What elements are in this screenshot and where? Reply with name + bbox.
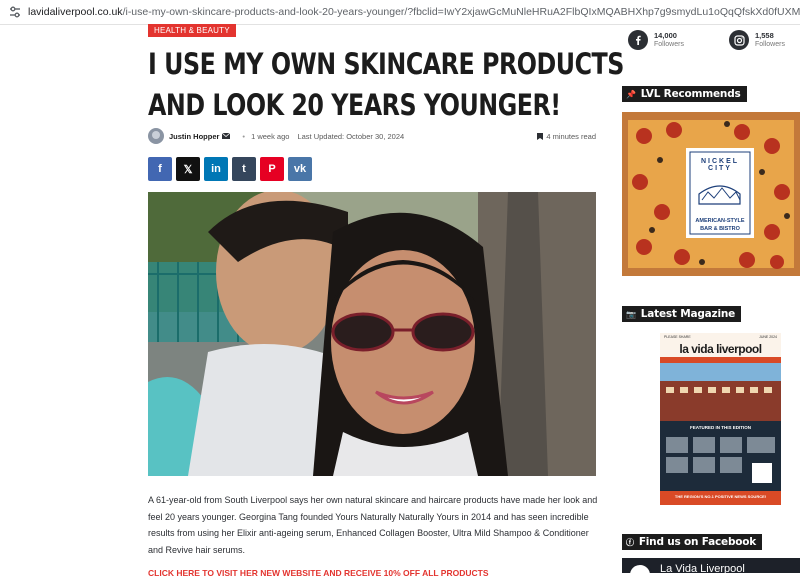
bookmark-icon [537, 132, 544, 140]
nickel-city-ad[interactable]: NICKEL CITY AMERICAN-STYLE BAR & BISTRO [622, 112, 800, 276]
ad-brand: NICKEL CITY [700, 158, 740, 172]
vk-icon: vk [293, 163, 307, 175]
magazine-issue: JUNE 2024 [759, 335, 777, 339]
tumblr-icon: t [242, 163, 246, 175]
instagram-icon [729, 30, 749, 50]
facebook-share-button[interactable]: f [148, 157, 172, 181]
ad-tagline-2: BAR & BISTRO [700, 226, 740, 232]
magazine-title: 📷 Latest Magazine [622, 306, 742, 322]
followers-label: Followers [755, 41, 785, 48]
page-logo [628, 563, 652, 573]
recommends-title-label: LVL Recommends [640, 88, 741, 100]
article-photo [148, 192, 596, 476]
read-time: 4 minutes read [537, 132, 596, 141]
instagram-follower-count: 1,558 [755, 31, 774, 40]
magazine-share-note: PLEASE SHARE [664, 335, 691, 339]
facebook-followers[interactable]: 14,000 Followers [628, 30, 684, 50]
magazine-footer: THE REGION'S NO.1 POSITIVE NEWS SOURCE! [674, 494, 767, 499]
author-name[interactable]: Justin Hopper [169, 132, 219, 141]
facebook-follower-count: 14,000 [654, 31, 677, 40]
share-buttons: f 𝕏in t Pvk [148, 157, 312, 181]
linkedin-share-button[interactable]: in [204, 157, 228, 181]
magazine-cover[interactable]: PLEASE SHARE JUNE 2024 la vida liverpool… [660, 333, 781, 505]
magazine-featured: FEATURED IN THIS EDITION [690, 425, 751, 430]
tumblr-share-button[interactable]: t [232, 157, 256, 181]
facebook-page-name[interactable]: La Vida Liverpool [660, 563, 745, 573]
url-host: lavidaliverpool.co.uk [28, 6, 123, 18]
facebook-icon [628, 30, 648, 50]
facebook-page-embed[interactable]: La Vida Liverpool [622, 558, 800, 573]
url-path: /i-use-my-own-skincare-products-and-look… [122, 6, 800, 18]
vk-share-button[interactable]: vk [288, 157, 312, 181]
last-updated: Last Updated: October 30, 2024 [297, 131, 405, 141]
pin-icon: 📌 [626, 90, 636, 99]
magazine-masthead: la vida liverpool [679, 342, 762, 356]
followers-label: Followers [654, 41, 684, 48]
category-badge[interactable]: HEALTH & BEAUTY [148, 24, 236, 37]
article-meta: Justin Hopper • 1 week ago Last Updated:… [148, 127, 596, 145]
facebook-widget-title-label: Find us on Facebook [638, 536, 757, 548]
pinterest-share-button[interactable]: P [260, 157, 284, 181]
camera-icon: 📷 [626, 310, 636, 319]
posted-time: 1 week ago [251, 131, 290, 141]
article-title: I USE MY OWN SKINCARE PRODUCTS AND LOOK … [148, 44, 624, 126]
magazine-cover-art [660, 333, 781, 505]
read-time-label: 4 minutes read [546, 131, 596, 141]
x-icon: 𝕏 [183, 163, 193, 176]
tune-icon[interactable] [8, 5, 22, 19]
instagram-followers[interactable]: 1,558 Followers [729, 30, 785, 50]
recommends-title: 📌 LVL Recommends [622, 86, 747, 102]
ad-tagline-1: AMERICAN-STYLE [695, 218, 745, 224]
facebook-round-icon: ⓕ [626, 538, 634, 547]
x-share-button[interactable]: 𝕏 [176, 157, 200, 181]
magazine-title-label: Latest Magazine [640, 308, 736, 320]
address-bar[interactable]: lavidaliverpool.co.uk/i-use-my-own-skinc… [0, 0, 800, 25]
envelope-icon[interactable] [222, 133, 231, 139]
cta-link[interactable]: CLICK HERE TO VISIT HER NEW WEBSITE AND … [148, 568, 489, 578]
title-line-1: I USE MY OWN SKINCARE PRODUCTS [148, 47, 624, 81]
facebook-icon: f [158, 163, 162, 175]
linkedin-icon: in [211, 163, 221, 175]
article-body: A 61-year-old from South Liverpool says … [148, 495, 598, 555]
facebook-widget-title: ⓕ Find us on Facebook [622, 534, 763, 550]
title-line-2: AND LOOK 20 YEARS YOUNGER! [148, 88, 561, 122]
author-avatar[interactable] [148, 128, 164, 144]
meta-separator: • [242, 131, 246, 141]
pinterest-icon: P [268, 163, 276, 175]
pizza-photo [622, 112, 800, 276]
